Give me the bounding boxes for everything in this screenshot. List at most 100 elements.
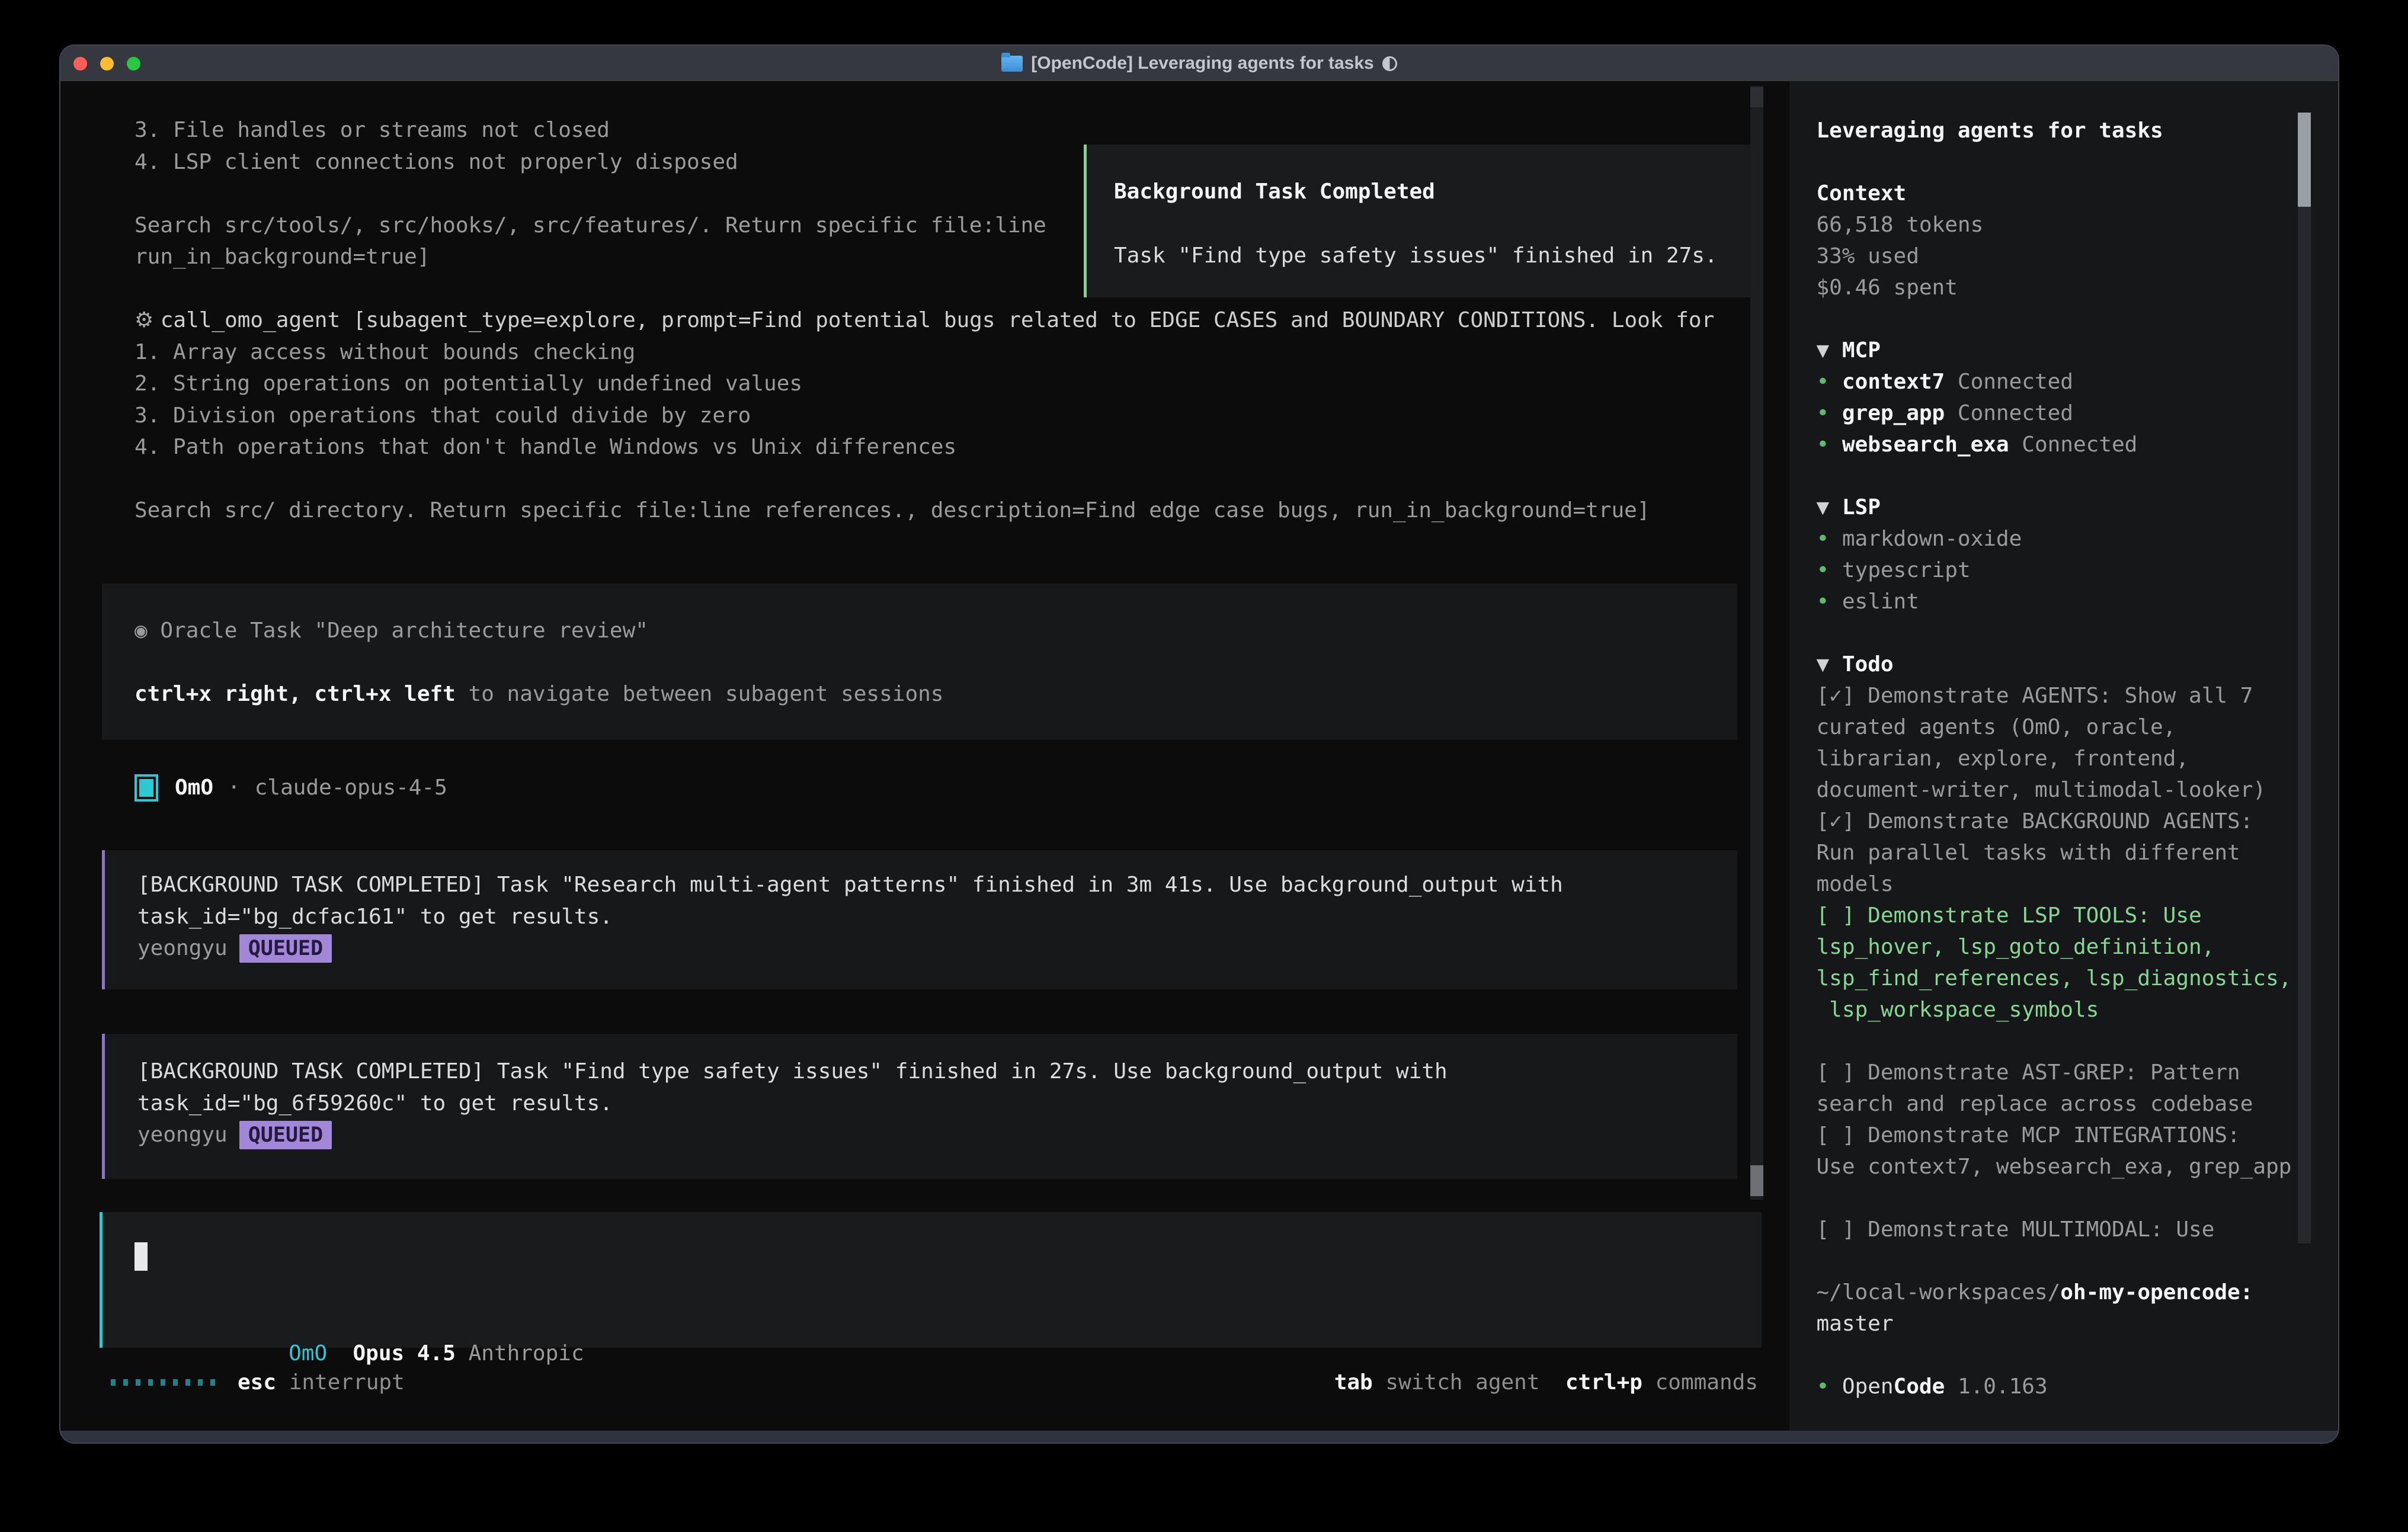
text-line xyxy=(1816,1025,2291,1057)
background-task-message: [BACKGROUND TASK COMPLETED] Task "Resear… xyxy=(102,850,1737,989)
message-body: [BACKGROUND TASK COMPLETED] Task "Resear… xyxy=(137,869,1737,932)
text-line: 33% used xyxy=(1816,241,2291,272)
oracle-task-box: ◉ Oracle Task "Deep architecture review"… xyxy=(102,584,1737,740)
text-line: lsp_workspace_symbols xyxy=(1816,994,2291,1025)
text-line: 66,518 tokens xyxy=(1816,209,2291,241)
key-hints: tab switch agent ctrl+p commands xyxy=(1334,1370,1758,1395)
desktop-background: [OpenCode] Leveraging agents for tasks 3… xyxy=(0,0,2408,1532)
half-circle-icon xyxy=(1382,56,1397,71)
text-line: Search src/ directory. Return specific f… xyxy=(135,495,1714,527)
prompt-input[interactable]: OmO Opus 4.5 Anthropic xyxy=(100,1212,1762,1348)
text-line: • OpenCode 1.0.163 xyxy=(1816,1371,2291,1402)
text-line: • grep_app Connected xyxy=(1816,398,2291,429)
window-content: 3. File handles or streams not closed 4. … xyxy=(60,81,2338,1432)
window-titlebar: [OpenCode] Leveraging agents for tasks xyxy=(60,46,2338,81)
text-line xyxy=(1816,1182,2291,1214)
agent-session-header: OmO · claude-opus-4-5 xyxy=(135,772,447,803)
text-line: • websearch_exa Connected xyxy=(1816,429,2291,460)
text-line xyxy=(135,647,1737,679)
message-author: yeongyu xyxy=(137,932,228,964)
sidebar-scrollbar-thumb[interactable] xyxy=(2298,113,2311,207)
window-title-text: [OpenCode] Leveraging agents for tasks xyxy=(1031,53,1373,73)
text-line: document-writer, multimodal-looker) xyxy=(1816,774,2291,806)
sidebar-scrollbar[interactable] xyxy=(2298,113,2311,1243)
window-bottom-strip xyxy=(60,1431,2338,1443)
text-cursor xyxy=(135,1242,148,1271)
text-line: Leveraging agents for tasks xyxy=(1816,115,2291,146)
text-line: curated agents (OmO, oracle, xyxy=(1816,711,2291,743)
text-line: • markdown-oxide xyxy=(1816,523,2291,555)
text-line: 2. String operations on potentially unde… xyxy=(135,368,1714,400)
text-line: • context7 Connected xyxy=(1816,366,2291,398)
text-line xyxy=(1816,1245,2291,1277)
chat-panel: 3. File handles or streams not closed 4. … xyxy=(60,81,1789,1432)
zoom-button[interactable] xyxy=(127,57,140,70)
text-line: ⚙ call_omo_agent [subagent_type=explore,… xyxy=(135,305,1714,336)
esc-hint: esc interrupt xyxy=(238,1370,405,1395)
chat-scrollbar-thumb[interactable] xyxy=(1750,1165,1763,1196)
text-line: librarian, explore, frontend, xyxy=(1816,743,2291,774)
text-line: [ ] Demonstrate MULTIMODAL: Use xyxy=(1816,1214,2291,1245)
text-line xyxy=(1816,1339,2291,1371)
status-bar: esc interrupt tab switch agent ctrl+p co… xyxy=(60,1367,1758,1398)
notification-title: Background Task Completed xyxy=(1114,176,1756,208)
text-line: [ ] Demonstrate MCP INTEGRATIONS: xyxy=(1816,1120,2291,1151)
text-line: [✓] Demonstrate AGENTS: Show all 7 xyxy=(1816,680,2291,711)
status-badge: QUEUED xyxy=(239,934,332,963)
text-line: task_id="bg_dcfac161" to get results. xyxy=(137,901,1737,933)
input-model-name: Opus 4.5 xyxy=(353,1341,455,1366)
text-line: lsp_hover, lsp_goto_definition, xyxy=(1816,931,2291,963)
text-line: 3. Division operations that could divide… xyxy=(135,400,1714,432)
sidebar: Leveraging agents for tasks Context66,51… xyxy=(1789,81,2338,1432)
input-agent-name: OmO xyxy=(289,1341,327,1366)
text-line: master xyxy=(1816,1308,2291,1339)
text-line: 4. Path operations that don't handle Win… xyxy=(135,431,1714,463)
agent-model: claude-opus-4-5 xyxy=(255,775,447,800)
text-line: [BACKGROUND TASK COMPLETED] Task "Resear… xyxy=(137,869,1737,901)
agent-icon xyxy=(135,774,158,802)
text-line: models xyxy=(1816,868,2291,900)
text-line: 3. File handles or streams not closed xyxy=(135,114,1714,146)
text-line: ctrl+x right, ctrl+x left to navigate be… xyxy=(135,678,1737,710)
separator-dot: · xyxy=(228,775,241,800)
text-line xyxy=(1816,146,2291,178)
status-badge: QUEUED xyxy=(239,1121,332,1149)
folder-icon xyxy=(1001,56,1023,72)
notification-message: Task "Find type safety issues" finished … xyxy=(1114,240,1756,272)
agent-name: OmO xyxy=(175,775,213,800)
text-line xyxy=(1816,303,2291,335)
text-line: ~/local-workspaces/oh-my-opencode: xyxy=(1816,1277,2291,1308)
minimize-button[interactable] xyxy=(100,57,114,70)
text-line xyxy=(1816,617,2291,649)
notification-toast: Background Task Completed Task "Find typ… xyxy=(1084,145,1759,297)
chat-scrollbar[interactable] xyxy=(1750,86,1763,1200)
text-line: 1. Array access without bounds checking xyxy=(135,336,1714,368)
close-button[interactable] xyxy=(73,57,87,70)
background-task-message: [BACKGROUND TASK COMPLETED] Task "Find t… xyxy=(102,1034,1737,1179)
text-line: [ ] Demonstrate LSP TOOLS: Use xyxy=(1816,900,2291,931)
text-line: Run parallel tasks with different xyxy=(1816,837,2291,868)
text-line: Use context7, websearch_exa, grep_app xyxy=(1816,1151,2291,1182)
text-line: ▼ LSP xyxy=(1816,492,2291,523)
text-line: [BACKGROUND TASK COMPLETED] Task "Find t… xyxy=(137,1056,1737,1088)
spinner-dots xyxy=(111,1379,215,1386)
text-line: [✓] Demonstrate BACKGROUND AGENTS: xyxy=(1816,806,2291,837)
text-line: [ ] Demonstrate AST-GREP: Pattern xyxy=(1816,1057,2291,1088)
text-line xyxy=(1816,460,2291,492)
input-provider-name: Anthropic xyxy=(469,1341,584,1366)
text-line: Context xyxy=(1816,178,2291,209)
text-line xyxy=(135,463,1714,495)
text-line: ◉ Oracle Task "Deep architecture review" xyxy=(135,615,1737,647)
text-line: ▼ MCP xyxy=(1816,335,2291,366)
text-line: task_id="bg_6f59260c" to get results. xyxy=(137,1088,1737,1120)
text-line: • eslint xyxy=(1816,586,2291,617)
message-author: yeongyu xyxy=(137,1119,228,1151)
text-line: ▼ Todo xyxy=(1816,649,2291,680)
terminal-window: [OpenCode] Leveraging agents for tasks 3… xyxy=(59,44,2339,1444)
model-row: OmO Opus 4.5 Anthropic xyxy=(135,1306,584,1338)
chat-scrollbar-top-thumb[interactable] xyxy=(1750,87,1763,107)
text-line: • typescript xyxy=(1816,555,2291,586)
traffic-lights xyxy=(73,46,140,81)
message-body: [BACKGROUND TASK COMPLETED] Task "Find t… xyxy=(137,1056,1737,1119)
text-line: $0.46 spent xyxy=(1816,272,2291,303)
